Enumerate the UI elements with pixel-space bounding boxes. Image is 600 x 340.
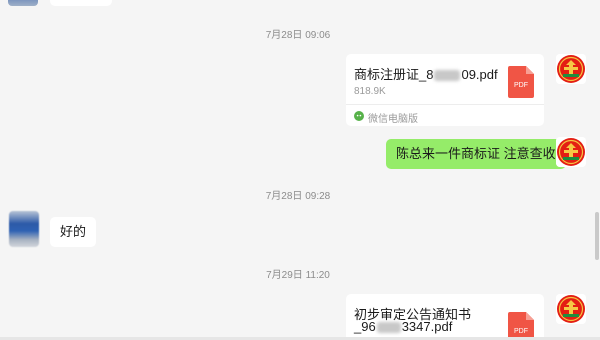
chat-history[interactable]: 7月28日 09:06 商标注册证_8 09.pdf 818.9K PDF 微信电… [0, 0, 600, 340]
wechat-pc-icon [354, 111, 364, 121]
brand-logo-avatar[interactable] [556, 294, 586, 324]
file-message-card[interactable]: 初步审定公告通知书 _96 3347.pdf PDF [346, 294, 544, 340]
file-message-card[interactable]: 商标注册证_8 09.pdf 818.9K PDF 微信电脑版 [346, 54, 544, 126]
brand-logo-avatar[interactable] [556, 54, 586, 84]
file-source-label: 微信电脑版 [368, 114, 418, 125]
pdf-file-icon: PDF [508, 66, 534, 98]
svg-text:PDF: PDF [514, 328, 528, 335]
file-card-divider [346, 104, 544, 105]
message-timestamp: 7月28日 09:28 [265, 191, 331, 202]
pdf-file-icon: PDF [508, 312, 534, 340]
contact-avatar-partial[interactable] [8, 0, 38, 6]
brand-logo-avatar[interactable] [556, 137, 586, 167]
message-timestamp: 7月29日 11:20 [266, 270, 330, 281]
message-bubble-sent[interactable]: 陈总来一件商标证 注意查收 [386, 139, 566, 169]
file-name: 商标注册证_8 09.pdf [354, 67, 498, 82]
redaction-blur [434, 70, 461, 82]
message-bubble-partial[interactable] [50, 0, 112, 6]
message-timestamp: 7月28日 09:06 [265, 30, 331, 41]
file-size: 818.9K [354, 86, 386, 97]
file-name: _96 3347.pdf [354, 319, 453, 334]
message-bubble-received[interactable]: 好的 [50, 217, 97, 247]
svg-text:PDF: PDF [514, 82, 528, 89]
scrollbar-thumb[interactable] [595, 212, 599, 260]
redaction-blur [376, 322, 401, 334]
contact-avatar[interactable] [9, 211, 39, 247]
